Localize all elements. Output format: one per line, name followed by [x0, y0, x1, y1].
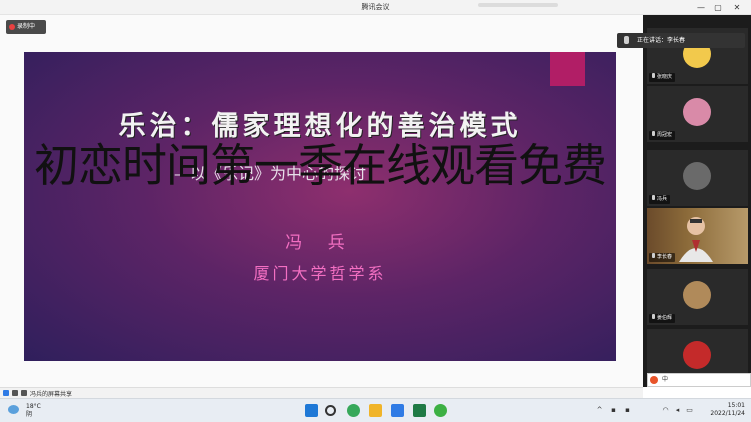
cloud-icon	[8, 405, 19, 414]
mic-icon	[652, 314, 655, 319]
clock-time: 15:01	[727, 402, 745, 409]
wechat-icon[interactable]	[434, 404, 447, 417]
battery-icon[interactable]: ▭	[686, 407, 693, 414]
participants-icon[interactable]	[3, 390, 9, 396]
system-clock[interactable]: 15:01 2022/11/24	[700, 402, 745, 418]
tray-app-icon[interactable]: ▪	[624, 407, 631, 414]
ime-label: 中	[662, 376, 669, 383]
mic-icon	[624, 36, 629, 44]
share-status-label: 冯兵的屏幕共享	[30, 391, 73, 398]
screen: 腾讯会议 — ▢ ✕ 录制中 乐治：儒家理想化的善治模式 —以《乐记》为中心的探…	[0, 0, 751, 422]
mic-icon	[652, 131, 655, 136]
windows-start-icon[interactable]	[305, 404, 318, 417]
recording-badge[interactable]: 录制中	[6, 20, 46, 34]
wifi-icon[interactable]: ◠	[662, 407, 669, 414]
speaking-indicator: 正在讲话：李长春	[617, 33, 745, 48]
participant-name: 李长春	[649, 253, 676, 262]
weather-temp: 18°C	[26, 403, 41, 410]
window-title: 腾讯会议	[361, 3, 390, 11]
record-dot-icon	[9, 24, 15, 30]
chat-icon[interactable]	[12, 390, 18, 396]
participant-name: 冯兵	[649, 195, 671, 204]
slide-author: 冯 兵	[285, 233, 355, 253]
avatar	[683, 162, 711, 190]
slide-decoration	[550, 52, 585, 86]
mic-icon	[652, 73, 655, 78]
mic-icon	[652, 253, 655, 258]
window-titlebar: 腾讯会议 — ▢ ✕	[0, 0, 751, 15]
participant-video	[679, 217, 713, 262]
speaking-label: 正在讲话：李长春	[637, 37, 686, 44]
participant-tile[interactable]: 周冠宏	[647, 86, 748, 142]
edge-icon[interactable]	[347, 404, 360, 417]
tray-app-icon[interactable]: ▪	[610, 407, 617, 414]
ime-logo-icon	[650, 376, 658, 384]
volume-icon[interactable]: ◂	[674, 407, 681, 414]
file-explorer-icon[interactable]	[369, 404, 382, 417]
slide-affiliation: 厦门大学哲学系	[253, 264, 387, 283]
clock-date: 2022/11/24	[710, 410, 745, 417]
participant-tile[interactable]: 冯兵	[647, 150, 748, 206]
chevron-up-icon[interactable]: ^	[596, 407, 603, 414]
participant-video-tile[interactable]: 李长春	[647, 208, 748, 264]
participant-name: 周冠宏	[649, 131, 676, 140]
participant-name: 张晓庆	[649, 73, 676, 82]
weather-condition: 阴	[26, 411, 33, 418]
participant-tile[interactable]: 姜伯辉	[647, 269, 748, 325]
share-status-bar: 冯兵的屏幕共享	[0, 387, 643, 398]
titlebar-search[interactable]	[478, 3, 558, 7]
overlay-watermark-text: 初恋时间第一季在线观看免费	[34, 139, 607, 192]
close-button[interactable]: ✕	[731, 2, 743, 13]
maximize-button[interactable]: ▢	[712, 2, 724, 13]
recording-label: 录制中	[17, 23, 36, 30]
presentation-slide: 乐治：儒家理想化的善治模式 —以《乐记》为中心的探讨 冯 兵 厦门大学哲学系	[24, 52, 616, 361]
tencent-meeting-icon[interactable]	[391, 404, 404, 417]
windows-taskbar: 18°C 阴 ^ ▪ ▪ ◠ ◂ ▭ 15:01 2022/11/24	[0, 398, 751, 422]
avatar	[683, 98, 711, 126]
ime-toolbar[interactable]: 中	[647, 373, 751, 387]
excel-icon[interactable]	[413, 404, 426, 417]
search-icon[interactable]	[325, 405, 336, 416]
minimize-button[interactable]: —	[695, 2, 707, 13]
avatar	[683, 281, 711, 309]
mic-icon[interactable]	[21, 390, 27, 396]
participant-name: 姜伯辉	[649, 314, 676, 323]
mic-icon	[652, 195, 655, 200]
avatar	[683, 341, 711, 369]
